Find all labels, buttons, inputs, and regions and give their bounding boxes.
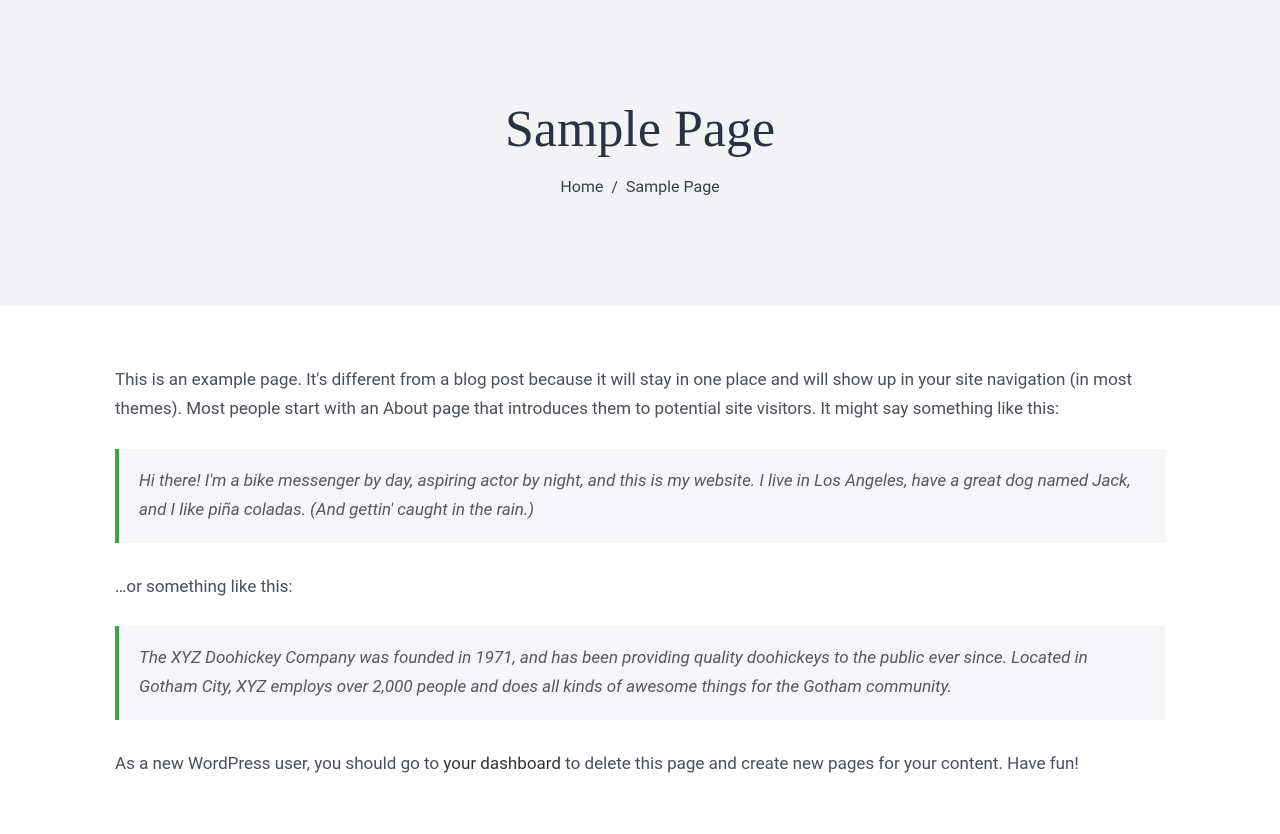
page-header: Sample Page Home / Sample Page bbox=[0, 0, 1280, 306]
breadcrumb: Home / Sample Page bbox=[20, 177, 1260, 196]
breadcrumb-current: Sample Page bbox=[626, 177, 720, 196]
breadcrumb-separator: / bbox=[611, 177, 618, 196]
quote-block-1: Hi there! I'm a bike messenger by day, a… bbox=[115, 449, 1165, 543]
page-content: This is an example page. It's different … bbox=[55, 306, 1225, 834]
page-title: Sample Page bbox=[20, 100, 1260, 159]
outro-text-before: As a new WordPress user, you should go t… bbox=[115, 754, 443, 774]
outro-text-after: to delete this page and create new pages… bbox=[561, 754, 1079, 774]
dashboard-link[interactable]: your dashboard bbox=[443, 754, 561, 774]
breadcrumb-home-link[interactable]: Home bbox=[560, 177, 603, 196]
intro-paragraph: This is an example page. It's different … bbox=[115, 366, 1165, 424]
middle-paragraph: …or something like this: bbox=[115, 573, 1165, 602]
quote-block-2: The XYZ Doohickey Company was founded in… bbox=[115, 626, 1165, 720]
